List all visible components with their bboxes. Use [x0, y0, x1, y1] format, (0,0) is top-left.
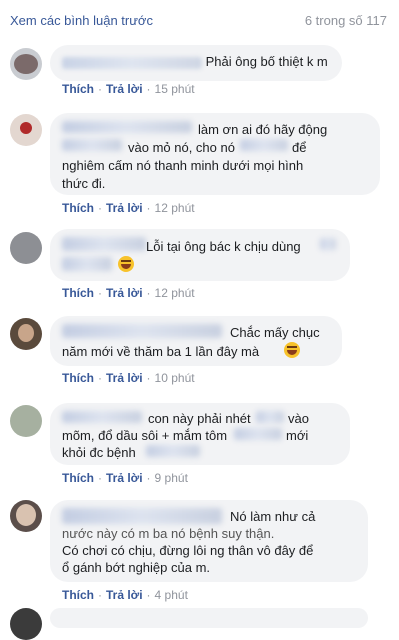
- redacted-text: [62, 257, 112, 271]
- redacted-text: [234, 428, 282, 440]
- comment-actions: Thích · Trả lời · 12 phút: [62, 286, 195, 300]
- comment-text-line: nghiêm cấm nó thanh minh dưới mọi hình: [62, 158, 304, 173]
- comment-text-line: nước này có m ba nó bệnh suy thận.: [62, 526, 275, 541]
- comment-time: 15 phút: [154, 82, 195, 96]
- comment-text-line: để: [292, 140, 307, 155]
- comment-bubble: Lỗi tại ông bác k chịu dùng: [50, 229, 350, 281]
- reply-link[interactable]: Trả lời: [106, 471, 143, 485]
- like-link[interactable]: Thích: [62, 286, 94, 300]
- comment-text-line: năm mới về thăm ba 1 lần đây mà: [62, 344, 260, 359]
- reply-link[interactable]: Trả lời: [106, 588, 143, 602]
- comment-text: Phải ông bố thiệt k m: [205, 54, 328, 69]
- comment-text-line: ổ gánh bớt nghiệp của m.: [62, 560, 211, 575]
- comment-text-line: vào: [288, 411, 309, 426]
- grinning-emoji-icon: [284, 342, 300, 358]
- comment-time: 4 phút: [154, 588, 188, 602]
- redacted-name[interactable]: [62, 508, 222, 524]
- redacted-name[interactable]: [62, 237, 146, 251]
- like-link[interactable]: Thích: [62, 471, 94, 485]
- like-link[interactable]: Thích: [62, 588, 94, 602]
- comment-text-line: Lỗi tại ông bác k chịu dùng: [146, 239, 301, 254]
- avatar[interactable]: [10, 608, 42, 640]
- comment-text-line: làm ơn ai đó hãy động: [198, 122, 328, 137]
- view-previous-comments-link[interactable]: Xem các bình luận trước: [10, 13, 153, 28]
- avatar[interactable]: [10, 48, 42, 80]
- reply-link[interactable]: Trả lời: [106, 371, 143, 385]
- redacted-text: [240, 139, 288, 151]
- comment-bubble: làm ơn ai đó hãy động vào mỏ nó, cho nó …: [50, 113, 380, 195]
- avatar[interactable]: [10, 114, 42, 146]
- comment-time: 10 phút: [154, 371, 195, 385]
- laughing-emoji-icon: [118, 256, 134, 272]
- comment-text-line: Chắc mấy chục: [230, 325, 320, 340]
- comment-text-line: Có chơi có chịu, đừng lôi ng thân vô đây…: [62, 543, 314, 558]
- like-link[interactable]: Thích: [62, 371, 94, 385]
- redacted-name[interactable]: [62, 121, 192, 133]
- redacted-text: [320, 238, 336, 250]
- redacted-name[interactable]: [62, 56, 202, 69]
- like-link[interactable]: Thích: [62, 82, 94, 96]
- redacted-text: [146, 445, 200, 457]
- comment-actions: Thích · Trả lời · 10 phút: [62, 371, 195, 385]
- comment-time: 12 phút: [154, 201, 195, 215]
- avatar[interactable]: [10, 500, 42, 532]
- comment-text-line: con này phải nhét: [148, 411, 251, 426]
- comment-text-line: mới: [286, 428, 309, 443]
- comment-bubble: Nó làm như cả nước này có m ba nó bệnh s…: [50, 500, 368, 582]
- comment-actions: Thích · Trả lời · 12 phút: [62, 201, 195, 215]
- comment-actions: Thích · Trả lời · 4 phút: [62, 588, 188, 602]
- reply-link[interactable]: Trả lời: [106, 286, 143, 300]
- comment-text-line: mõm, đổ dầu sôi + mắm tôm: [62, 428, 228, 443]
- comment-actions: Thích · Trả lời · 9 phút: [62, 471, 188, 485]
- avatar[interactable]: [10, 232, 42, 264]
- redacted-name[interactable]: [62, 411, 142, 423]
- comment-actions: Thích · Trả lời · 15 phút: [62, 82, 195, 96]
- comment-count: 6 trong số 117: [304, 13, 387, 28]
- comment-time: 9 phút: [154, 471, 188, 485]
- comment-text-line: thức đi.: [62, 176, 106, 191]
- redacted-text: [62, 139, 122, 151]
- like-link[interactable]: Thích: [62, 201, 94, 215]
- avatar[interactable]: [10, 318, 42, 350]
- comment-text-line: Nó làm như cả: [230, 509, 316, 524]
- comment-text-line: khỏi đc bệnh: [62, 445, 136, 460]
- comment-bubble: con này phải nhét vào mõm, đổ dầu sôi + …: [50, 403, 350, 465]
- comments-header: Xem các bình luận trước 6 trong số 117: [0, 0, 399, 38]
- comment-input[interactable]: [50, 608, 368, 628]
- redacted-text: [256, 411, 284, 423]
- redacted-name[interactable]: [62, 324, 222, 338]
- comment-bubble: Chắc mấy chục năm mới về thăm ba 1 lần đ…: [50, 316, 342, 366]
- avatar[interactable]: [10, 405, 42, 437]
- comment-time: 12 phút: [154, 286, 195, 300]
- reply-link[interactable]: Trả lời: [106, 82, 143, 96]
- comment-text-line: vào mỏ nó, cho nó: [128, 140, 235, 155]
- reply-link[interactable]: Trả lời: [106, 201, 143, 215]
- comment-bubble: Phải ông bố thiệt k m: [50, 45, 342, 81]
